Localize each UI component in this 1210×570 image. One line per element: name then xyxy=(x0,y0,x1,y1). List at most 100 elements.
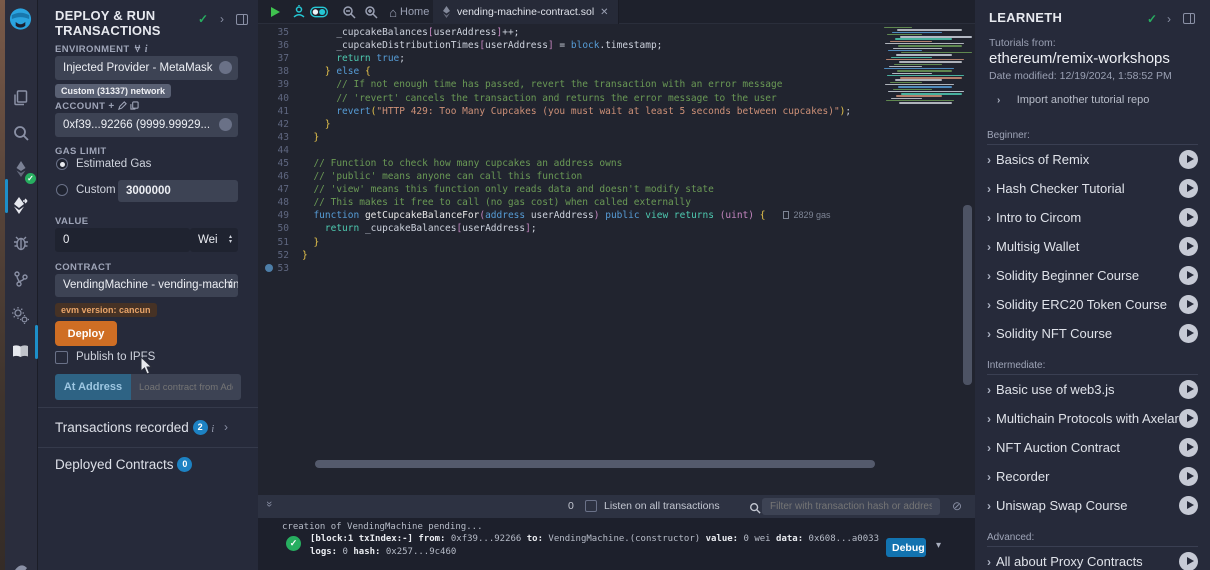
play-tutorial-icon[interactable] xyxy=(1179,467,1198,486)
minimap[interactable] xyxy=(880,27,965,127)
environment-settings-icon[interactable] xyxy=(219,61,232,74)
tutorial-item[interactable]: ›Basic use of web3.js xyxy=(987,375,1198,404)
panel-pin-icon[interactable] xyxy=(236,14,248,25)
tutorial-item[interactable]: ›Multichain Protocols with Axelar xyxy=(987,404,1198,433)
panel-collapse-icon[interactable]: › xyxy=(220,12,224,26)
line-number[interactable]: 36 xyxy=(258,40,302,51)
transactions-expand-icon[interactable]: › xyxy=(224,420,228,434)
transactions-recorded-row[interactable]: Transactions recorded 2 i xyxy=(55,420,214,435)
estimated-gas-radio[interactable] xyxy=(56,158,68,170)
tab-close-icon[interactable]: ✕ xyxy=(600,7,608,18)
play-tutorial-icon[interactable] xyxy=(1179,208,1198,227)
tutorial-item[interactable]: ›Hash Checker Tutorial xyxy=(987,174,1198,203)
line-number[interactable]: 37 xyxy=(258,53,302,64)
line-number[interactable]: 38 xyxy=(258,66,302,77)
settings-icon[interactable] xyxy=(8,303,33,328)
line-number[interactable]: 40 xyxy=(258,93,302,104)
zoom-out-icon[interactable] xyxy=(340,3,358,21)
line-number[interactable]: 46 xyxy=(258,171,302,182)
line-number[interactable]: 47 xyxy=(258,184,302,195)
play-tutorial-icon[interactable] xyxy=(1179,324,1198,343)
file-explorer-icon[interactable] xyxy=(8,85,33,110)
account-settings-icon[interactable] xyxy=(219,118,232,131)
deployed-contracts-row[interactable]: Deployed Contracts 0 xyxy=(55,457,192,472)
play-tutorial-icon[interactable] xyxy=(1179,150,1198,169)
run-script-icon[interactable] xyxy=(266,3,284,21)
account-select[interactable]: 0xf39...92266 (9999.99929... xyxy=(55,113,238,137)
line-number[interactable]: 44 xyxy=(258,145,302,156)
publish-ipfs-checkbox[interactable] xyxy=(55,351,68,364)
custom-gas-radio[interactable] xyxy=(56,184,68,196)
line-number[interactable]: 43 xyxy=(258,132,302,143)
play-tutorial-icon[interactable] xyxy=(1179,237,1198,256)
play-tutorial-icon[interactable] xyxy=(1179,266,1198,285)
line-number[interactable]: 48 xyxy=(258,197,302,208)
vertical-scrollbar[interactable] xyxy=(963,205,972,385)
source-control-icon[interactable] xyxy=(8,266,33,291)
tutorial-item[interactable]: ›Solidity ERC20 Token Course xyxy=(987,290,1198,319)
remix-logo-icon[interactable] xyxy=(8,6,33,31)
code-editor[interactable]: 35 _cupcakeBalances[userAddress]++;36 _c… xyxy=(258,24,975,495)
play-tutorial-icon[interactable] xyxy=(1179,438,1198,457)
debug-button[interactable]: Debug xyxy=(886,538,926,557)
play-tutorial-icon[interactable] xyxy=(1179,295,1198,314)
tutorial-item[interactable]: ›Basics of Remix xyxy=(987,145,1198,174)
solidity-compiler-icon[interactable]: ✓ xyxy=(8,156,33,181)
home-tab[interactable]: Home xyxy=(400,6,429,18)
line-number[interactable]: 41 xyxy=(258,106,302,117)
learneth-collapse-icon[interactable]: › xyxy=(1167,12,1171,26)
transactions-info-icon[interactable]: i xyxy=(211,424,214,435)
line-number[interactable]: 51 xyxy=(258,237,302,248)
terminal-expand-icon[interactable]: » xyxy=(263,501,275,507)
add-account-icon[interactable]: + xyxy=(108,101,114,112)
remix-ai-icon[interactable] xyxy=(290,3,308,21)
contract-stepper-icon[interactable]: ▴▾ xyxy=(229,280,232,290)
value-unit-select[interactable]: Wei ▴▾ xyxy=(190,228,238,252)
zoom-in-icon[interactable] xyxy=(362,3,380,21)
play-tutorial-icon[interactable] xyxy=(1179,179,1198,198)
import-repo-row[interactable]: › Import another tutorial repo xyxy=(997,92,1149,106)
at-address-input[interactable] xyxy=(131,374,241,400)
tutorial-item[interactable]: ›Recorder xyxy=(987,462,1198,491)
tutorial-item[interactable]: ›Solidity NFT Course xyxy=(987,319,1198,348)
line-number[interactable]: 50 xyxy=(258,223,302,234)
learneth-pin-icon[interactable] xyxy=(1183,13,1195,24)
line-number[interactable]: 49 xyxy=(258,210,302,221)
tx-expand-chevron-icon[interactable]: ▾ xyxy=(936,540,941,551)
bottom-plugin-icon[interactable] xyxy=(8,556,33,570)
tutorial-item[interactable]: ›NFT Auction Contract xyxy=(987,433,1198,462)
tx-log-entry[interactable]: [block:1 txIndex:-] from: 0xf39...92266 … xyxy=(310,533,880,559)
at-address-button[interactable]: At Address xyxy=(55,374,131,400)
custom-gas-input[interactable] xyxy=(118,180,238,202)
value-input[interactable] xyxy=(55,228,190,252)
contract-select[interactable]: VendingMachine - vending-machin ▴▾ xyxy=(55,274,238,297)
tutorial-item[interactable]: ›All about Proxy Contracts xyxy=(987,547,1198,570)
unit-stepper-icon[interactable]: ▴▾ xyxy=(229,235,232,245)
environment-select[interactable]: Injected Provider - MetaMask xyxy=(55,56,238,80)
learneth-icon[interactable] xyxy=(8,339,33,364)
file-tab[interactable]: vending-machine-contract.sol ✕ xyxy=(433,0,619,24)
plug-icon[interactable] xyxy=(133,44,142,53)
line-number[interactable]: 52 xyxy=(258,250,302,261)
play-tutorial-icon[interactable] xyxy=(1179,409,1198,428)
horizontal-scrollbar[interactable] xyxy=(315,460,875,468)
deploy-run-icon[interactable] xyxy=(8,193,33,218)
line-number[interactable]: 45 xyxy=(258,158,302,169)
tutorial-item[interactable]: ›Intro to Circom xyxy=(987,203,1198,232)
copilot-toggle[interactable] xyxy=(310,3,328,21)
line-number[interactable]: 35 xyxy=(258,27,302,38)
tutorial-item[interactable]: ›Multisig Wallet xyxy=(987,232,1198,261)
deploy-button[interactable]: Deploy xyxy=(55,321,117,346)
tutorial-item[interactable]: ›Uniswap Swap Course xyxy=(987,491,1198,520)
sign-message-icon[interactable] xyxy=(118,101,127,110)
debugger-icon[interactable] xyxy=(8,230,33,255)
environment-info-icon[interactable]: i xyxy=(145,44,148,55)
play-tutorial-icon[interactable] xyxy=(1179,380,1198,399)
terminal-filter-input[interactable] xyxy=(762,498,940,515)
line-number[interactable]: 42 xyxy=(258,119,302,130)
search-icon[interactable] xyxy=(8,120,33,145)
play-tutorial-icon[interactable] xyxy=(1179,496,1198,515)
clear-console-icon[interactable]: ⊘ xyxy=(952,499,962,513)
line-number[interactable]: 39 xyxy=(258,79,302,90)
play-tutorial-icon[interactable] xyxy=(1179,552,1198,570)
